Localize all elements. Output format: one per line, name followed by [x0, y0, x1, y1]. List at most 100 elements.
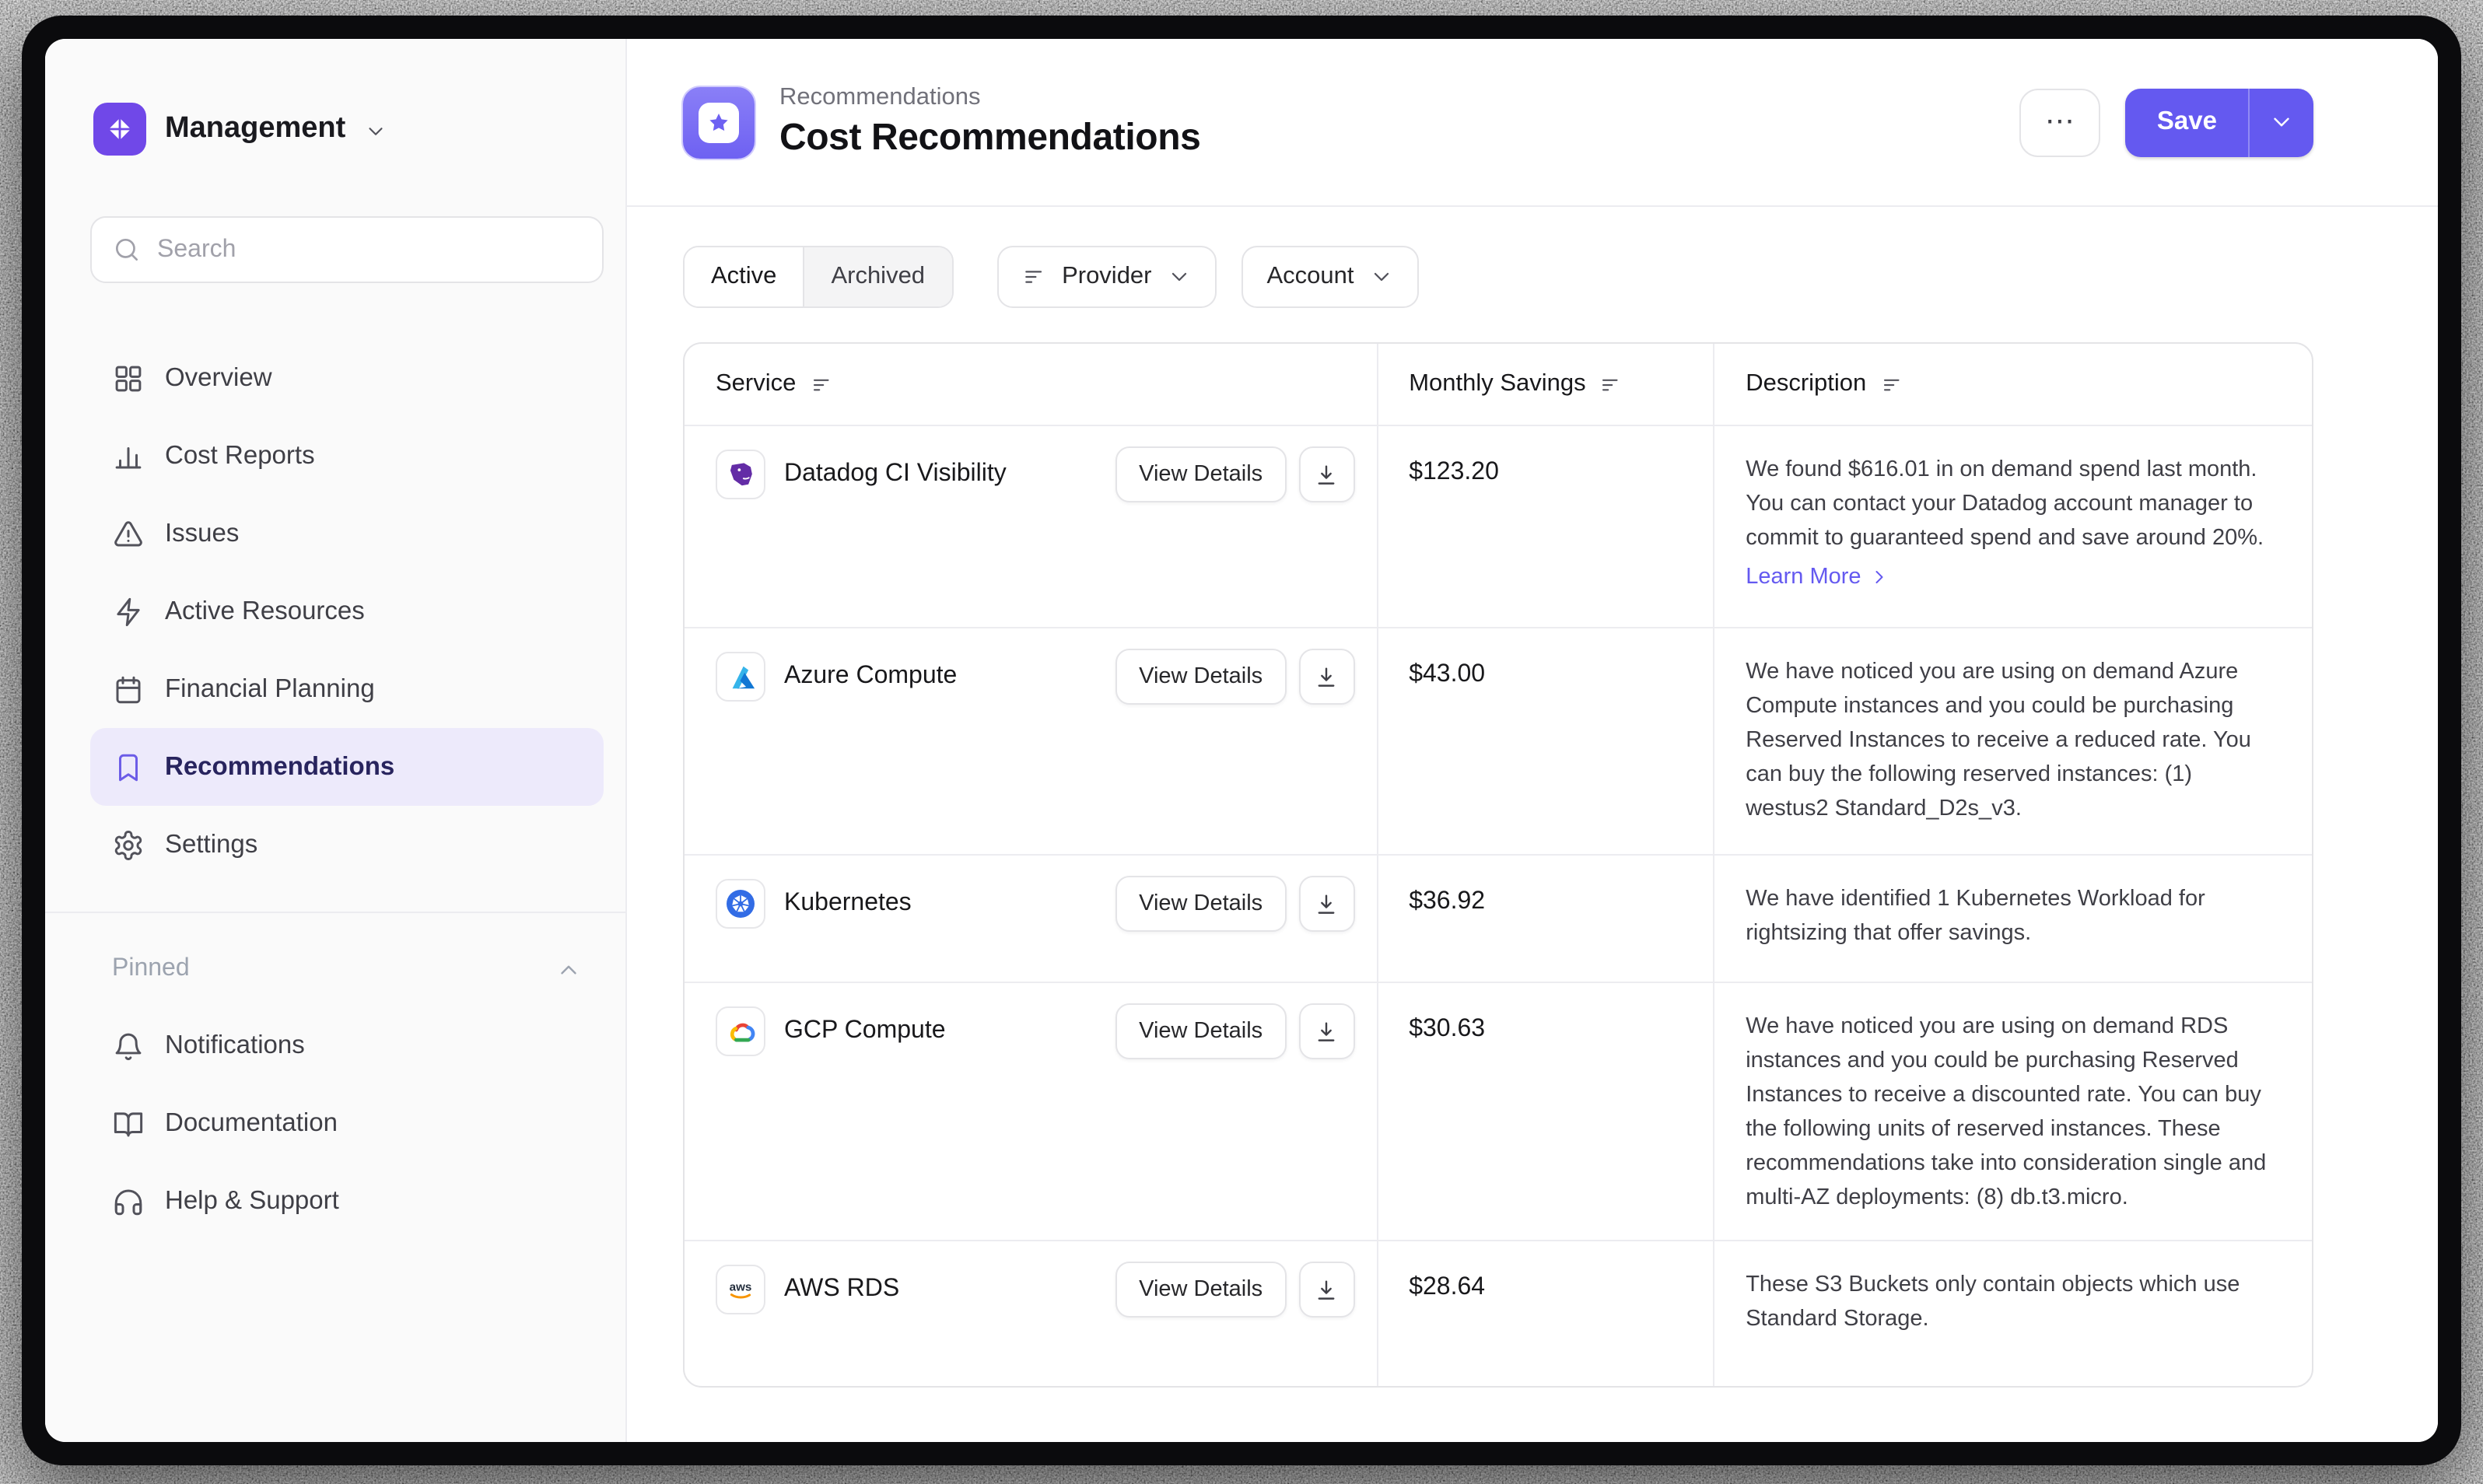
column-header-label: Description: [1746, 370, 1866, 398]
sidebar-item-recommendations[interactable]: Recommendations: [90, 728, 604, 806]
calendar-icon: [112, 673, 145, 705]
tab-active[interactable]: Active: [685, 247, 803, 306]
chevron-up-icon: [555, 956, 582, 982]
book-icon: [112, 1107, 145, 1139]
bell-icon: [112, 1029, 145, 1062]
app-window: Management Overview: [45, 39, 2438, 1442]
view-details-button[interactable]: View Details: [1115, 446, 1286, 502]
search-icon: [112, 235, 142, 264]
sidebar-item-issues[interactable]: Issues: [90, 495, 604, 572]
description-text: We have noticed you are using on demand …: [1746, 1010, 2281, 1215]
page-header: Recommendations Cost Recommendations ⋯ S…: [627, 39, 2438, 207]
description-text: We have identified 1 Kubernetes Workload…: [1746, 882, 2281, 950]
breadcrumb: Recommendations: [779, 84, 1200, 112]
view-details-button[interactable]: View Details: [1115, 1262, 1286, 1318]
filter-toolbar: Active Archived Provider Account: [627, 246, 2438, 308]
save-split-button: Save: [2126, 88, 2313, 156]
pinned-nav: Notifications Documentation Help & Suppo…: [90, 1006, 604, 1240]
grid-icon: [112, 362, 145, 394]
table-row: Datadog CI Visibility View Details $123.…: [685, 425, 2312, 627]
sidebar-item-label: Issues: [165, 519, 239, 548]
sidebar-item-financial-planning[interactable]: Financial Planning: [90, 650, 604, 728]
svg-text:aws: aws: [730, 1281, 752, 1294]
description-text: These S3 Buckets only contain objects wh…: [1746, 1268, 2281, 1336]
chevron-down-icon: [1168, 264, 1192, 289]
gcp-icon: [716, 1006, 765, 1056]
column-header-label: Monthly Savings: [1409, 370, 1585, 398]
monthly-savings-value: $36.92: [1378, 856, 1714, 982]
page-header-text: Recommendations Cost Recommendations: [779, 84, 1200, 160]
view-details-button[interactable]: View Details: [1115, 649, 1286, 705]
service-name: AWS RDS: [784, 1276, 899, 1304]
sidebar-item-documentation[interactable]: Documentation: [90, 1084, 604, 1162]
download-button[interactable]: [1298, 446, 1354, 502]
sidebar-item-label: Notifications: [165, 1031, 305, 1060]
view-details-button[interactable]: View Details: [1115, 876, 1286, 932]
sidebar: Management Overview: [45, 39, 627, 1442]
alert-triangle-icon: [112, 517, 145, 550]
window-frame: Management Overview: [22, 16, 2461, 1465]
save-button[interactable]: Save: [2126, 88, 2248, 156]
sidebar-item-active-resources[interactable]: Active Resources: [90, 572, 604, 650]
pinned-label: Pinned: [112, 955, 190, 983]
column-header-service[interactable]: Service: [685, 344, 1378, 425]
page-title: Cost Recommendations: [779, 117, 1200, 160]
workspace-switcher[interactable]: Management: [90, 98, 604, 160]
service-name: Datadog CI Visibility: [784, 460, 1007, 488]
view-details-button[interactable]: View Details: [1115, 1003, 1286, 1059]
sort-icon: [810, 373, 833, 396]
app-logo-icon: [93, 103, 146, 156]
headphones-icon: [112, 1185, 145, 1217]
provider-filter-label: Provider: [1062, 263, 1151, 291]
table-row: GCP Compute View Details $30.63 We: [685, 982, 2312, 1240]
sidebar-item-cost-reports[interactable]: Cost Reports: [90, 417, 604, 495]
download-icon: [1313, 663, 1340, 690]
recommendations-page-icon: [683, 86, 755, 158]
service-name: GCP Compute: [784, 1017, 946, 1045]
column-header-label: Service: [716, 370, 796, 398]
more-options-button[interactable]: ⋯: [2020, 88, 2101, 156]
account-filter-label: Account: [1267, 263, 1354, 291]
azure-icon: [716, 652, 765, 702]
description-text: We found $616.01 in on demand spend last…: [1746, 453, 2281, 555]
description-text: We have noticed you are using on demand …: [1746, 655, 2281, 826]
sidebar-item-label: Financial Planning: [165, 674, 375, 704]
main-content: Recommendations Cost Recommendations ⋯ S…: [627, 39, 2438, 1442]
download-button[interactable]: [1298, 876, 1354, 932]
sidebar-item-help-support[interactable]: Help & Support: [90, 1162, 604, 1240]
download-button[interactable]: [1298, 649, 1354, 705]
column-header-description[interactable]: Description: [1714, 344, 2312, 425]
table-header-row: Service Monthly Savings Description: [685, 344, 2312, 425]
search-input[interactable]: [157, 236, 582, 264]
download-button[interactable]: [1298, 1262, 1354, 1318]
sidebar-item-label: Recommendations: [165, 752, 394, 782]
learn-more-label: Learn More: [1746, 565, 1861, 590]
table-row: Azure Compute View Details $43.00: [685, 627, 2312, 854]
table-row: Kubernetes View Details $36.92 We: [685, 854, 2312, 982]
search-input-wrapper: [90, 216, 604, 283]
download-button[interactable]: [1298, 1003, 1354, 1059]
tab-archived[interactable]: Archived: [803, 247, 951, 306]
sidebar-item-notifications[interactable]: Notifications: [90, 1006, 604, 1084]
service-name: Kubernetes: [784, 890, 912, 918]
filter-lines-icon: [1021, 264, 1046, 289]
column-header-monthly-savings[interactable]: Monthly Savings: [1378, 344, 1714, 425]
sidebar-item-label: Cost Reports: [165, 441, 315, 471]
provider-filter-dropdown[interactable]: Provider: [996, 246, 1217, 308]
aws-icon: aws: [716, 1265, 765, 1314]
learn-more-link[interactable]: Learn More: [1746, 565, 1890, 590]
sidebar-divider: [45, 912, 625, 913]
monthly-savings-value: $30.63: [1378, 983, 1714, 1240]
sidebar-item-label: Active Resources: [165, 597, 365, 626]
sidebar-item-settings[interactable]: Settings: [90, 806, 604, 884]
sidebar-item-overview[interactable]: Overview: [90, 339, 604, 417]
pinned-section-header[interactable]: Pinned: [90, 938, 604, 1000]
download-icon: [1313, 1018, 1340, 1045]
monthly-savings-value: $123.20: [1378, 426, 1714, 627]
download-icon: [1313, 461, 1340, 488]
sort-icon: [1880, 373, 1903, 396]
account-filter-dropdown[interactable]: Account: [1242, 246, 1420, 308]
download-icon: [1313, 891, 1340, 917]
save-dropdown-button[interactable]: [2248, 88, 2313, 156]
workspace-name: Management: [165, 112, 345, 146]
